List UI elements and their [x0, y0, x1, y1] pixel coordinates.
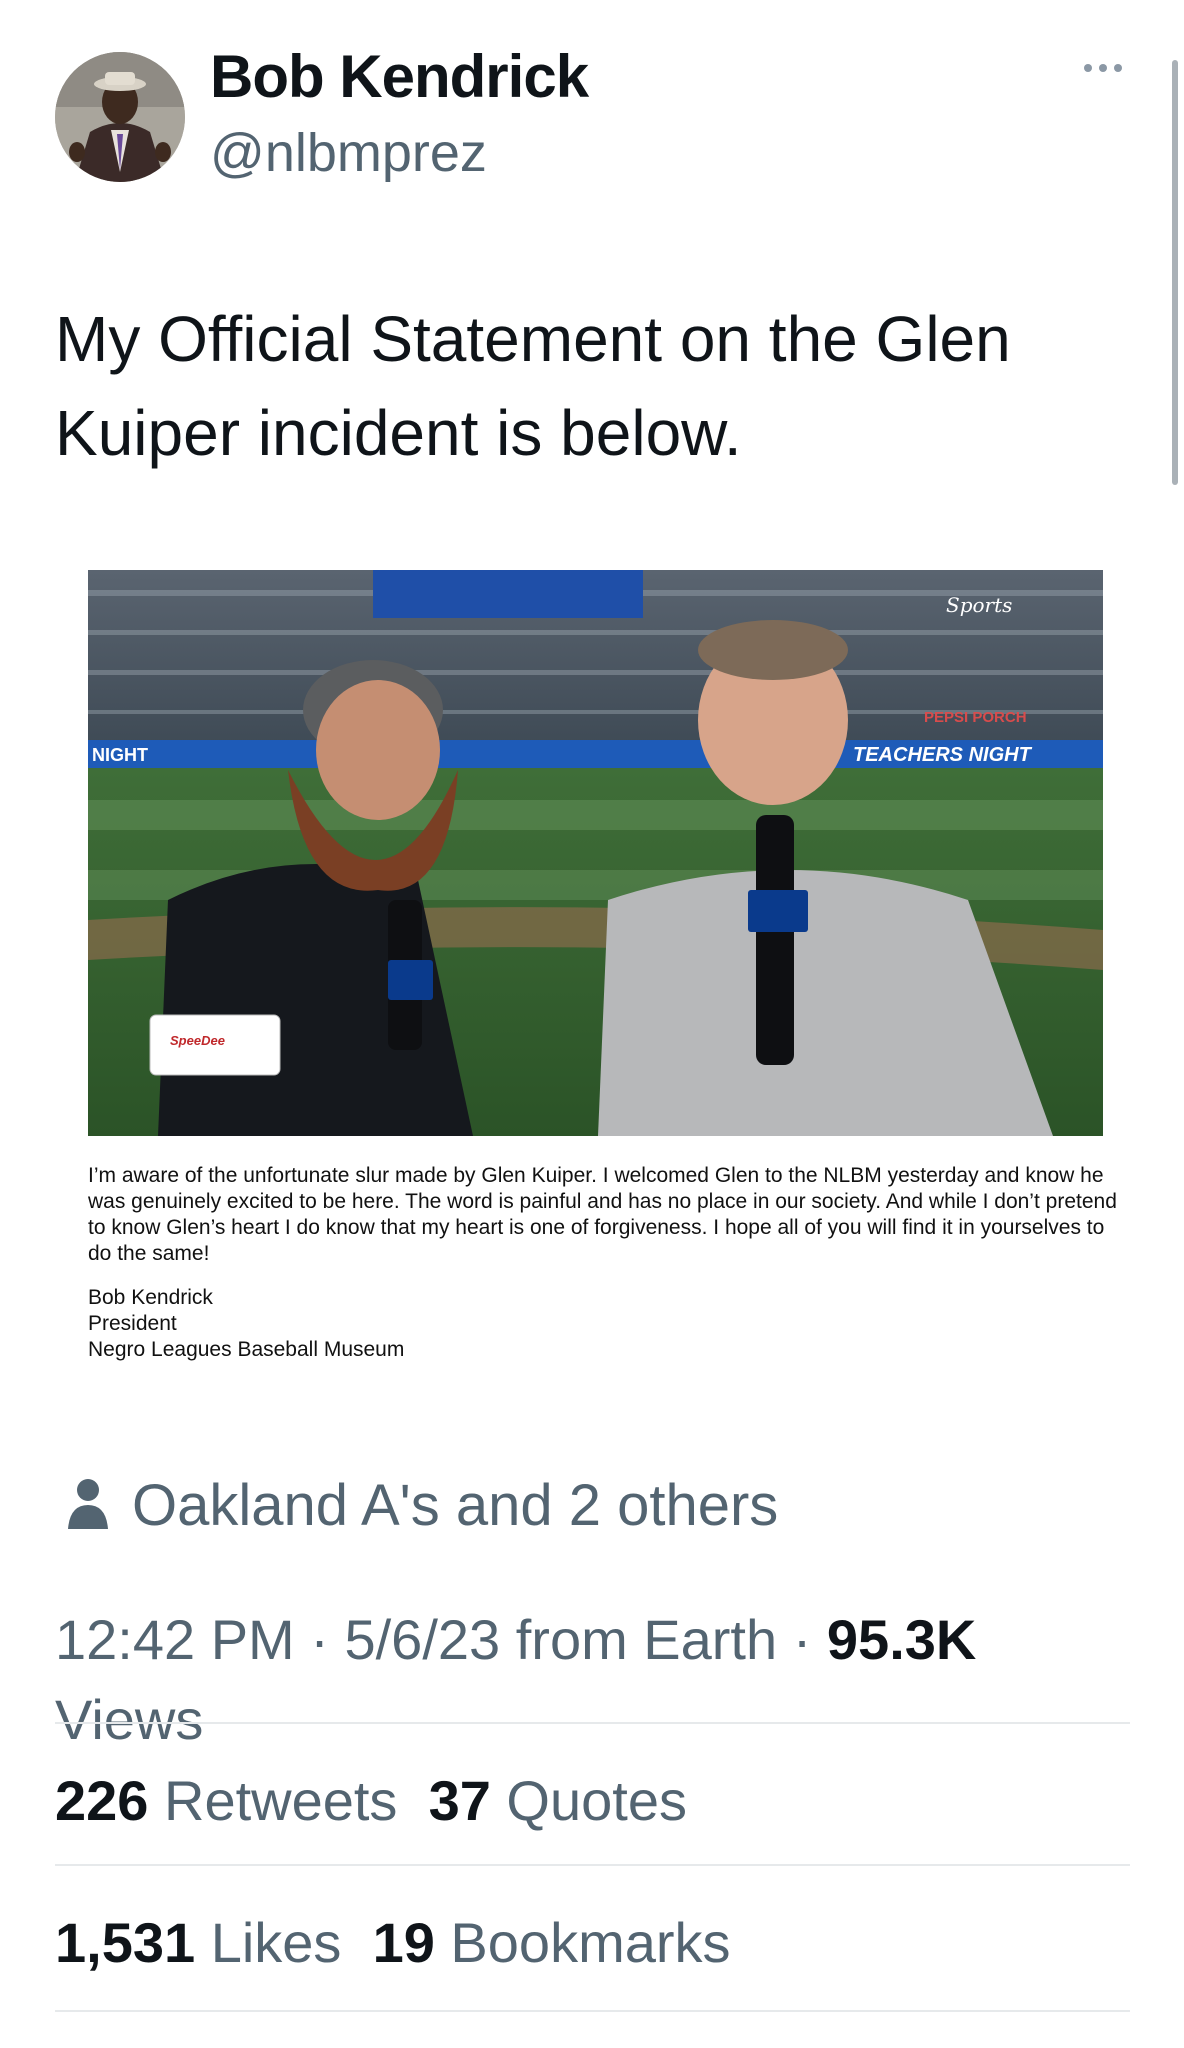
retweets-quotes-row: 226 Retweets 37 Quotes [55, 1768, 687, 1833]
signature-name: Bob Kendrick [88, 1286, 213, 1309]
author-name[interactable]: Bob Kendrick [210, 42, 589, 111]
signature-title: President [88, 1312, 177, 1335]
broadcast-logo-text: Sports [946, 593, 1012, 617]
statement-body: I’m aware of the unfortunate slur made b… [88, 1164, 1117, 1265]
person-icon [66, 1477, 110, 1534]
tweet-meta: 12:42 PM · 5/6/23 from Earth · 95.3K Vie… [55, 1600, 1135, 1760]
divider [55, 1864, 1130, 1866]
tweet-text: My Official Statement on the Glen Kuiper… [55, 303, 1011, 469]
scrollbar[interactable] [1172, 60, 1178, 485]
tweet-image[interactable]: NIGHT TEACHERS NIGHT PEPSI PORCH Sports … [88, 570, 1103, 1136]
retweets-count: 226 [55, 1769, 149, 1832]
likes-label: Likes [210, 1911, 342, 1974]
bookmarks-link[interactable]: 19 Bookmarks [373, 1911, 731, 1974]
sign-text: PEPSI PORCH [924, 709, 1027, 726]
statement-block: I’m aware of the unfortunate slur made b… [88, 1163, 1118, 1363]
retweets-label: Retweets [164, 1769, 398, 1832]
author-handle[interactable]: @nlbmprez [210, 122, 487, 184]
bookmarks-label: Bookmarks [450, 1911, 731, 1974]
views-count: 95.3K [826, 1608, 977, 1671]
tweet-date[interactable]: 5/6/23 [344, 1608, 500, 1671]
divider [55, 1722, 1130, 1724]
quotes-count: 37 [428, 1769, 491, 1832]
bookmarks-count: 19 [372, 1911, 435, 1974]
tagged-users[interactable]: Oakland A's and 2 others [66, 1470, 778, 1540]
signature-org: Negro Leagues Baseball Museum [88, 1338, 405, 1361]
banner-left-text: NIGHT [92, 745, 148, 765]
quotes-link[interactable]: 37 Quotes [429, 1769, 687, 1832]
divider [55, 2010, 1130, 2012]
views-label: Views [55, 1688, 204, 1751]
meta-separator: · [777, 1608, 827, 1671]
avatar[interactable] [55, 52, 185, 182]
more-options-icon[interactable] [1078, 58, 1128, 78]
tweet-source: from Earth [500, 1608, 778, 1671]
sponsor-text: SpeeDee [170, 1033, 225, 1048]
likes-link[interactable]: 1,531 Likes [55, 1911, 341, 1974]
likes-bookmarks-row: 1,531 Likes 19 Bookmarks [55, 1910, 731, 1975]
banner-right-text: TEACHERS NIGHT [853, 744, 1033, 766]
tweet-time[interactable]: 12:42 PM [55, 1608, 295, 1671]
tagged-users-label[interactable]: Oakland A's and 2 others [132, 1472, 778, 1539]
likes-count: 1,531 [55, 1911, 196, 1974]
meta-separator: · [294, 1608, 345, 1671]
retweets-link[interactable]: 226 Retweets [55, 1769, 397, 1832]
quotes-label: Quotes [506, 1769, 687, 1832]
